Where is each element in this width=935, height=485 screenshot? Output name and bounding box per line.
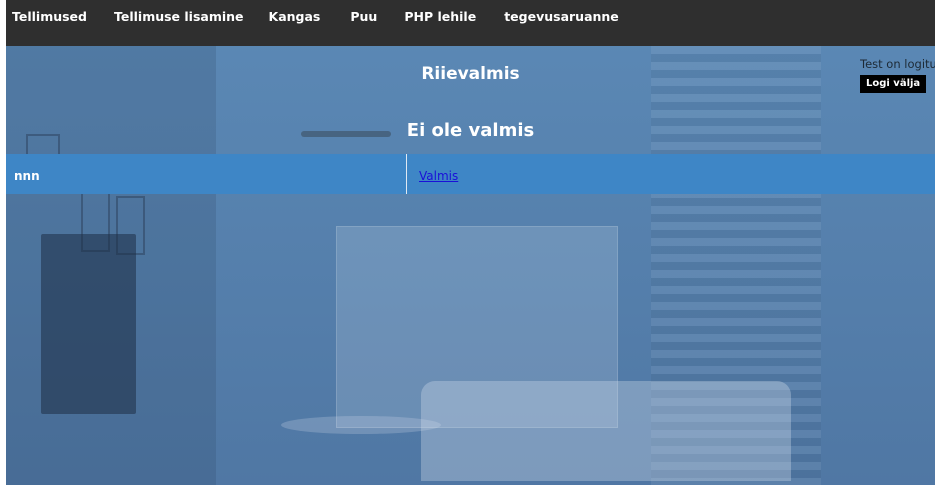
valmis-link[interactable]: Valmis	[419, 169, 458, 183]
nav-item-puu[interactable]: Puu	[350, 0, 377, 24]
section-title: Ei ole valmis	[406, 120, 535, 141]
table-row: nnn Valmis	[6, 154, 935, 194]
nav-item-tegevusaruanne[interactable]: tegevusaruanne	[504, 0, 619, 24]
nav-item-tellimuse-lisamine[interactable]: Tellimuse lisamine	[114, 0, 244, 24]
row-name-cell: nnn	[6, 154, 407, 194]
page-title: Riievalmis	[421, 64, 520, 84]
nav-item-php-lehile[interactable]: PHP lehile	[404, 0, 476, 24]
sofa	[421, 381, 791, 481]
user-box: Test on logitud sisse Logi välja	[860, 57, 935, 93]
nav-item-tellimused[interactable]: Tellimused	[12, 0, 87, 24]
top-navbar: Tellimused Tellimuse lisamine Kangas Puu…	[6, 0, 935, 46]
tv-screen	[41, 234, 136, 414]
coffee-table	[281, 416, 441, 434]
background-room-image	[6, 46, 935, 485]
logout-button[interactable]: Logi välja	[860, 75, 927, 93]
row-action-cell: Valmis	[407, 154, 458, 194]
login-status-text: Test on logitud sisse	[860, 57, 935, 71]
nav-item-kangas[interactable]: Kangas	[269, 0, 321, 24]
